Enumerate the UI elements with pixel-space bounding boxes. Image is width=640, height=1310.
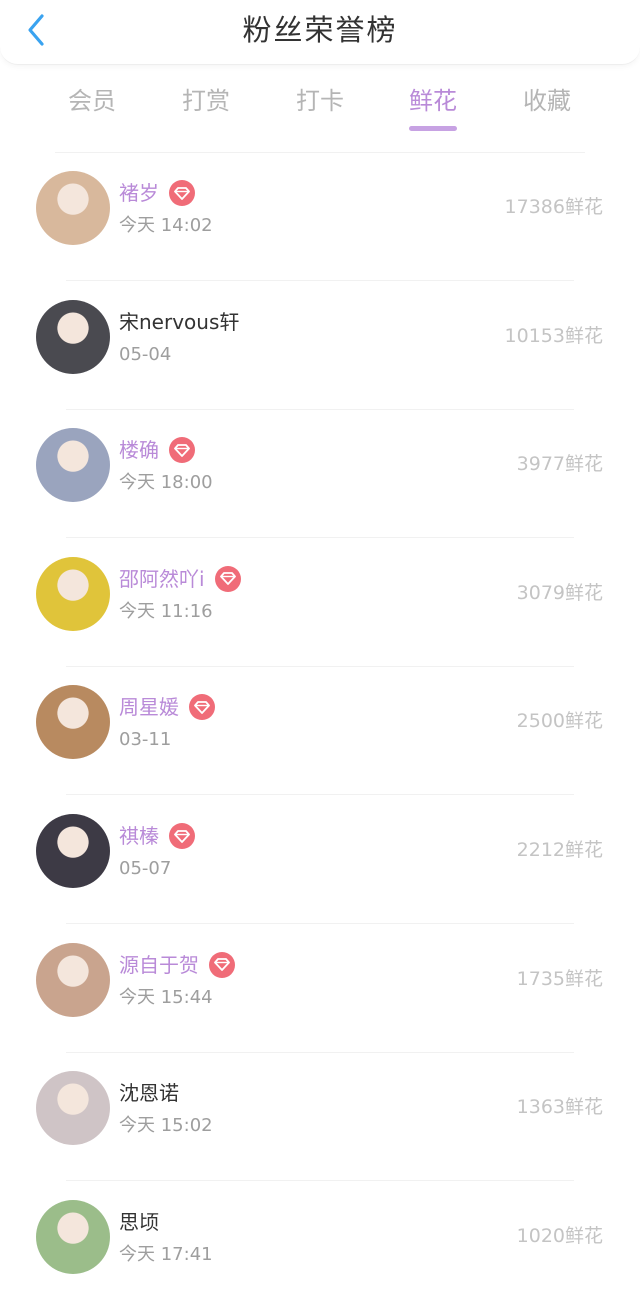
list-item[interactable]: 沈恩诺今天 15:02 1363鲜花 bbox=[0, 1053, 640, 1182]
flower-count: 17386鲜花 bbox=[504, 196, 603, 218]
tab-bar: 会员 打赏 打卡 鲜花 收藏 bbox=[0, 78, 640, 134]
avatar[interactable] bbox=[36, 171, 110, 245]
timestamp: 今天 11:16 bbox=[119, 600, 213, 622]
flower-count: 10153鲜花 bbox=[504, 324, 603, 347]
user-name[interactable]: 祺榛 bbox=[119, 821, 159, 851]
name-group: 沈恩诺 bbox=[119, 1078, 179, 1108]
diamond-icon bbox=[189, 694, 215, 721]
flower-count: 3079鲜花 bbox=[516, 581, 603, 604]
list-item[interactable]: 周星媛 03-11 2500鲜花 bbox=[0, 667, 640, 796]
user-name[interactable]: 楼确 bbox=[119, 435, 159, 465]
top-bar: 粉丝荣誉榜 bbox=[0, 0, 640, 65]
tab-favorites[interactable]: 收藏 bbox=[497, 78, 597, 124]
flower-count: 1735鲜花 bbox=[516, 967, 603, 990]
flower-count: 3977鲜花 bbox=[516, 453, 603, 476]
name-group: 思顷 bbox=[119, 1207, 159, 1237]
user-name[interactable]: 宋nervous轩 bbox=[119, 307, 239, 337]
tab-tip[interactable]: 打赏 bbox=[156, 78, 256, 124]
flower-count: 1020鲜花 bbox=[516, 1224, 603, 1247]
avatar[interactable] bbox=[36, 814, 110, 888]
active-tab-indicator bbox=[409, 126, 457, 131]
tab-flowers[interactable]: 鲜花 bbox=[383, 78, 483, 131]
list-item[interactable]: 邵阿然吖i 今天 11:16 3079鲜花 bbox=[0, 539, 640, 667]
avatar[interactable] bbox=[36, 556, 110, 631]
name-group: 周星媛 bbox=[119, 692, 215, 722]
user-name[interactable]: 源自于贺 bbox=[119, 950, 199, 980]
tab-checkin[interactable]: 打卡 bbox=[270, 78, 370, 124]
timestamp: 今天 17:41 bbox=[119, 1243, 213, 1265]
avatar[interactable] bbox=[36, 428, 110, 503]
user-name[interactable]: 沈恩诺 bbox=[119, 1078, 179, 1108]
timestamp: 05-07 bbox=[119, 858, 172, 879]
diamond-icon bbox=[169, 180, 195, 206]
flower-count: 1363鲜花 bbox=[516, 1096, 603, 1119]
list-item[interactable]: 源自于贺今天 15:44 1735鲜花 bbox=[0, 925, 640, 1053]
user-name[interactable]: 思顷 bbox=[119, 1207, 159, 1237]
name-group: 褚岁 bbox=[119, 178, 195, 208]
timestamp: 今天 15:44 bbox=[119, 986, 213, 1008]
name-group: 宋nervous轩 bbox=[119, 307, 239, 337]
user-name[interactable]: 褚岁 bbox=[119, 178, 159, 208]
timestamp: 05-04 bbox=[119, 343, 172, 365]
diamond-icon bbox=[209, 951, 235, 978]
name-group: 楼确 bbox=[119, 435, 195, 465]
list-item[interactable]: 思顷今天 17:41 1020鲜花 bbox=[0, 1182, 640, 1310]
avatar[interactable] bbox=[36, 1071, 110, 1146]
flower-count: 2212鲜花 bbox=[516, 839, 603, 861]
name-group: 祺榛 bbox=[119, 821, 195, 851]
user-name[interactable]: 邵阿然吖i bbox=[119, 564, 205, 594]
timestamp: 今天 14:02 bbox=[119, 215, 213, 236]
avatar[interactable] bbox=[36, 299, 110, 374]
timestamp: 03-11 bbox=[119, 729, 172, 751]
timestamp: 今天 18:00 bbox=[119, 472, 213, 494]
list-item[interactable]: 祺榛 05-07 2212鲜花 bbox=[0, 796, 640, 924]
flower-count: 2500鲜花 bbox=[516, 710, 603, 733]
name-group: 源自于贺 bbox=[119, 950, 235, 980]
name-group: 邵阿然吖i bbox=[119, 564, 241, 594]
list-item[interactable]: 宋nervous轩 05-04 10153鲜花 bbox=[0, 282, 640, 410]
list-item[interactable]: 楼确今天 18:00 3977鲜花 bbox=[0, 410, 640, 539]
avatar[interactable] bbox=[36, 685, 110, 760]
list-item[interactable]: 褚岁今天 14:02 17386鲜花 bbox=[0, 153, 640, 281]
user-name[interactable]: 周星媛 bbox=[119, 692, 179, 722]
diamond-icon bbox=[214, 565, 241, 592]
timestamp: 今天 15:02 bbox=[119, 1115, 213, 1137]
page-title: 粉丝荣誉榜 bbox=[242, 13, 398, 47]
avatar[interactable] bbox=[36, 1199, 110, 1274]
diamond-icon bbox=[169, 823, 195, 849]
tab-flowers-label: 鲜花 bbox=[409, 87, 457, 115]
diamond-icon bbox=[169, 437, 195, 464]
tab-member[interactable]: 会员 bbox=[42, 78, 142, 124]
avatar[interactable] bbox=[36, 942, 110, 1017]
